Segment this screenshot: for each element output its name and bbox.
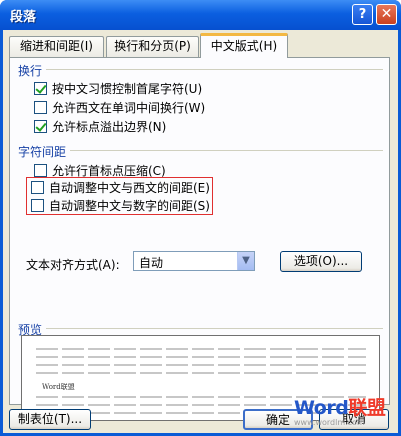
text-alignment-value: 自动: [139, 256, 164, 270]
watermark-brand-lm: 联盟: [348, 397, 386, 419]
dialog-body: 缩进和间距(I) 换行和分页(P) 中文版式(H) 换行 按中文习惯控制首尾字符…: [3, 30, 398, 433]
checkbox-asian-latin-space[interactable]: [31, 180, 44, 194]
divider: [46, 69, 383, 70]
tab-panel: 换行 按中文习惯控制首尾字符(U) 允许西文在单词中间换行(W) 允许标点溢出边…: [9, 57, 390, 421]
checkbox-row-asian-number-space[interactable]: 自动调整中文与数字的间距(S): [31, 197, 210, 213]
checkbox-row-compress-punctuation[interactable]: 允许行首标点压缩(C): [34, 162, 166, 178]
text-alignment-label: 文本对齐方式(A):: [26, 258, 120, 272]
checkbox-label: 自动调整中文与西文的间距(E): [49, 180, 210, 195]
checkbox-latin-word-wrap[interactable]: [34, 100, 47, 114]
options-button[interactable]: 选项(O)...: [280, 251, 362, 272]
close-button[interactable]: ✕: [376, 4, 397, 25]
tab-asian-typography[interactable]: 中文版式(H): [200, 33, 288, 58]
checkbox-row-first-last-char[interactable]: 按中文习惯控制首尾字符(U): [34, 80, 202, 96]
checkbox-first-last-char[interactable]: [34, 81, 47, 95]
text-alignment-select[interactable]: 自动 ▼: [133, 251, 255, 271]
chevron-down-icon[interactable]: ▼: [237, 252, 254, 270]
preview-text-line: [36, 364, 366, 366]
checkbox-row-hanging-punctuation[interactable]: 允许标点溢出边界(N): [34, 118, 166, 134]
checkbox-compress-punctuation[interactable]: [34, 163, 47, 177]
tab-line-page-breaks[interactable]: 换行和分页(P): [106, 36, 199, 57]
paragraph-dialog: 段落 ? ✕ 缩进和间距(I) 换行和分页(P) 中文版式(H) 换行 按中文习…: [0, 0, 401, 436]
checkbox-row-asian-latin-space[interactable]: 自动调整中文与西文的间距(E): [31, 179, 210, 195]
tab-stops-button[interactable]: 制表位(T)...: [9, 409, 91, 430]
help-button[interactable]: ?: [352, 4, 373, 25]
preview-text-line: [36, 372, 366, 374]
watermark-brand: Word联盟: [294, 393, 386, 420]
divider: [70, 150, 383, 151]
checkbox-label: 允许西文在单词中间换行(W): [52, 100, 206, 115]
preview-sample-word: Word联盟: [42, 383, 75, 391]
dialog-title: 段落: [10, 10, 37, 25]
tab-indent-spacing[interactable]: 缩进和间距(I): [9, 36, 104, 57]
preview-text-line: [36, 356, 366, 358]
section-title-line-break: 换行: [18, 64, 43, 78]
section-title-char-spacing: 字符间距: [18, 145, 67, 159]
watermark-logo: Word联盟 www.wordlm.com: [294, 393, 398, 433]
checkbox-label: 允许标点溢出边界(N): [52, 119, 167, 134]
preview-text-line: [36, 348, 366, 350]
watermark-brand-word: Word: [294, 397, 349, 419]
watermark-url: www.wordlm.com: [294, 418, 365, 427]
divider: [46, 328, 383, 329]
checkbox-asian-number-space[interactable]: [31, 198, 44, 212]
checkbox-label: 允许行首标点压缩(C): [52, 163, 166, 178]
checkbox-hanging-punctuation[interactable]: [34, 119, 47, 133]
checkbox-row-latin-word-wrap[interactable]: 允许西文在单词中间换行(W): [34, 99, 205, 115]
checkbox-label: 自动调整中文与数字的间距(S): [49, 198, 210, 213]
title-bar[interactable]: 段落 ? ✕: [0, 0, 401, 30]
checkbox-label: 按中文习惯控制首尾字符(U): [52, 81, 203, 96]
